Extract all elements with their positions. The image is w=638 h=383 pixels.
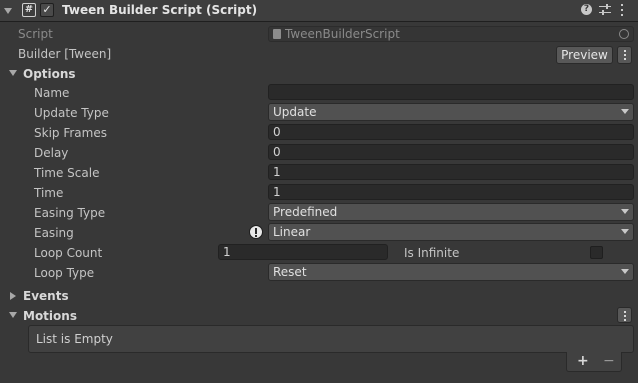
name-input[interactable] — [268, 84, 634, 100]
delay-label: Delay — [34, 146, 69, 160]
easing-value: Linear — [273, 225, 311, 239]
time-input[interactable]: 1 — [268, 184, 634, 200]
time-label: Time — [34, 186, 64, 200]
easing-curve-icon[interactable] — [249, 225, 263, 239]
motions-list: List is Empty — [28, 325, 634, 353]
loop-count-label: Loop Count — [34, 246, 103, 260]
time-scale-input[interactable]: 1 — [268, 164, 634, 180]
script-hash-icon: # — [22, 3, 36, 17]
preview-button[interactable]: Preview — [556, 46, 613, 64]
motions-list-footer: + − — [566, 352, 622, 372]
builder-menu-button[interactable] — [617, 46, 632, 64]
motions-empty-text: List is Empty — [36, 332, 113, 346]
loop-count-input[interactable]: 1 — [218, 244, 388, 260]
options-foldout-arrow[interactable] — [9, 70, 17, 76]
chevron-down-icon — [621, 109, 629, 114]
help-icon[interactable]: ? — [581, 4, 592, 15]
events-foldout-arrow[interactable] — [10, 292, 16, 300]
skip-frames-input[interactable]: 0 — [268, 124, 634, 140]
is-infinite-label: Is Infinite — [404, 246, 460, 260]
script-label: Script — [18, 27, 53, 41]
delay-input[interactable]: 0 — [268, 144, 634, 160]
kebab-menu-icon[interactable] — [620, 4, 624, 16]
loop-type-dropdown[interactable]: Reset — [268, 263, 634, 281]
chevron-down-icon — [621, 209, 629, 214]
component-foldout-arrow[interactable] — [4, 8, 12, 14]
motions-foldout-arrow[interactable] — [9, 312, 17, 318]
skip-frames-label: Skip Frames — [34, 126, 107, 140]
component-header: # ✓ Tween Builder Script (Script) ? — [0, 0, 638, 22]
loop-type-label: Loop Type — [34, 266, 95, 280]
chevron-down-icon — [621, 229, 629, 234]
options-label[interactable]: Options — [23, 66, 76, 82]
component-enabled-checkbox[interactable]: ✓ — [40, 3, 54, 17]
easing-type-value: Predefined — [273, 205, 338, 219]
easing-dropdown[interactable]: Linear — [268, 223, 634, 241]
time-scale-label: Time Scale — [34, 166, 100, 180]
motions-menu-button[interactable] — [617, 307, 632, 323]
script-object-field[interactable]: TweenBuilderScript — [268, 26, 634, 42]
preset-sliders-icon[interactable] — [599, 4, 611, 16]
events-label[interactable]: Events — [23, 288, 69, 304]
update-type-value: Update — [273, 105, 317, 119]
motions-label[interactable]: Motions — [23, 308, 77, 324]
object-picker-icon[interactable] — [619, 29, 629, 39]
easing-label: Easing — [34, 226, 74, 240]
script-file-icon — [273, 29, 281, 39]
is-infinite-checkbox[interactable] — [590, 246, 603, 259]
name-label: Name — [34, 86, 70, 100]
script-field-value: TweenBuilderScript — [285, 27, 400, 41]
update-type-dropdown[interactable]: Update — [268, 103, 634, 121]
remove-motion-button[interactable]: − — [603, 353, 615, 369]
add-motion-button[interactable]: + — [577, 353, 589, 369]
component-title: Tween Builder Script (Script) — [62, 3, 258, 17]
chevron-down-icon — [621, 269, 629, 274]
builder-label: Builder [Tween] — [18, 47, 112, 61]
easing-type-dropdown[interactable]: Predefined — [268, 203, 634, 221]
easing-type-label: Easing Type — [34, 206, 106, 220]
loop-type-value: Reset — [273, 265, 307, 279]
update-type-label: Update Type — [34, 106, 109, 120]
